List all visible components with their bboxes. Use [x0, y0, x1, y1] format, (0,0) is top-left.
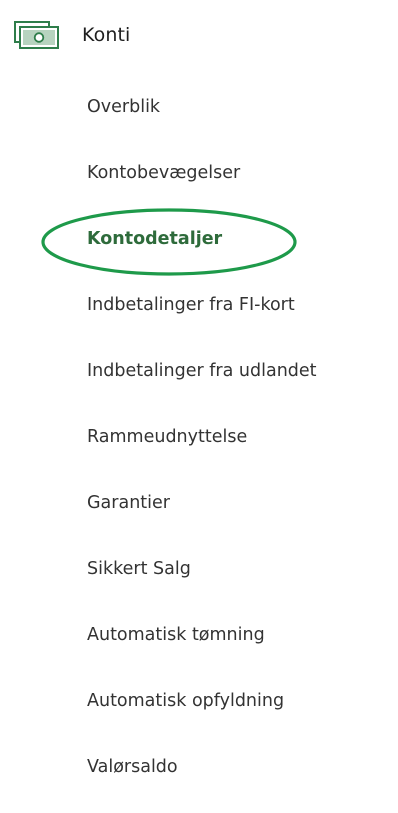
section-header-konti[interactable]: Konti — [14, 18, 130, 52]
menu-item-indbetalinger-fi-kort[interactable]: Indbetalinger fra FI-kort — [87, 285, 317, 351]
menu-item-automatisk-opfyldning[interactable]: Automatisk opfyldning — [87, 681, 317, 747]
menu-item-indbetalinger-udlandet[interactable]: Indbetalinger fra udlandet — [87, 351, 317, 417]
menu-item-kontodetaljer[interactable]: Kontodetaljer — [87, 219, 317, 285]
section-title: Konti — [82, 24, 131, 46]
menu-item-overblik[interactable]: Overblik — [87, 87, 317, 153]
menu-item-valorsaldo[interactable]: Valørsaldo — [87, 747, 317, 813]
menu-item-kontobevaegelser[interactable]: Kontobevægelser — [87, 153, 317, 219]
konti-side-menu: Konti Overblik Kontobevægelser Kontodeta… — [0, 0, 398, 780]
submenu-list: Overblik Kontobevægelser Kontodetaljer I… — [87, 87, 317, 813]
menu-item-sikkert-salg[interactable]: Sikkert Salg — [87, 549, 317, 615]
banknote-icon — [14, 21, 59, 49]
menu-item-garantier[interactable]: Garantier — [87, 483, 317, 549]
menu-item-rammeudnyttelse[interactable]: Rammeudnyttelse — [87, 417, 317, 483]
menu-item-automatisk-tomning[interactable]: Automatisk tømning — [87, 615, 317, 681]
